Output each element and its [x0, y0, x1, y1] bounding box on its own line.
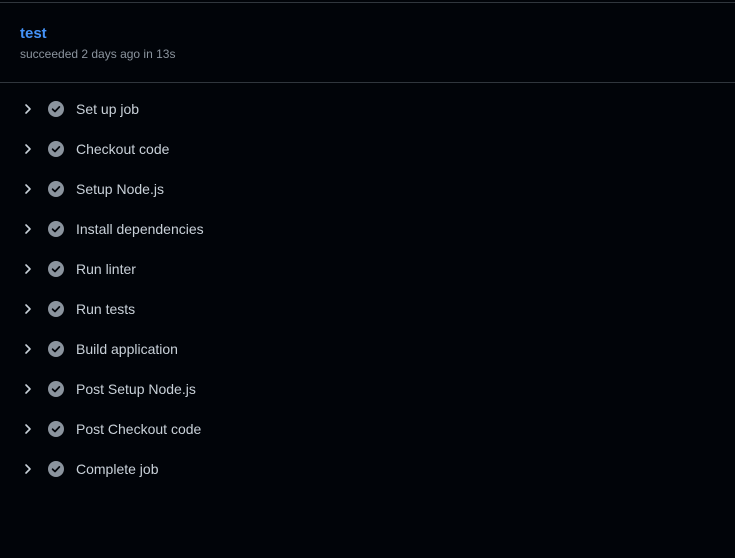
check-circle-icon	[48, 421, 64, 437]
step-label: Build application	[76, 341, 178, 357]
chevron-right-icon[interactable]	[22, 302, 34, 316]
step-label: Run linter	[76, 261, 136, 277]
step-label: Checkout code	[76, 141, 170, 157]
step-label: Run tests	[76, 301, 136, 317]
job-title-link[interactable]: test	[20, 25, 47, 43]
step-run-tests[interactable]: Run tests	[0, 289, 735, 329]
chevron-right-icon[interactable]	[22, 462, 34, 476]
check-circle-icon	[48, 181, 64, 197]
step-label: Set up job	[76, 101, 140, 117]
check-circle-icon	[48, 301, 64, 317]
chevron-right-icon[interactable]	[22, 422, 34, 436]
check-circle-icon	[48, 261, 64, 277]
header-divider	[0, 82, 735, 83]
check-circle-icon	[48, 381, 64, 397]
step-build-application[interactable]: Build application	[0, 329, 735, 369]
check-circle-icon	[48, 341, 64, 357]
step-set-up-job[interactable]: Set up job	[0, 89, 735, 129]
check-circle-icon	[48, 101, 64, 117]
check-circle-icon	[48, 141, 64, 157]
chevron-right-icon[interactable]	[22, 182, 34, 196]
check-circle-icon	[48, 221, 64, 237]
step-complete-job[interactable]: Complete job	[0, 449, 735, 489]
job-status-text: succeeded 2 days ago in 13s	[20, 47, 176, 61]
step-label: Complete job	[76, 461, 159, 477]
step-label: Post Setup Node.js	[76, 381, 196, 397]
job-header: test succeeded 2 days ago in 13s	[0, 3, 735, 82]
step-setup-node[interactable]: Setup Node.js	[0, 169, 735, 209]
chevron-right-icon[interactable]	[22, 342, 34, 356]
step-label: Setup Node.js	[76, 181, 164, 197]
chevron-right-icon[interactable]	[22, 142, 34, 156]
step-run-linter[interactable]: Run linter	[0, 249, 735, 289]
step-label: Install dependencies	[76, 221, 204, 237]
chevron-right-icon[interactable]	[22, 382, 34, 396]
check-circle-icon	[48, 461, 64, 477]
chevron-right-icon[interactable]	[22, 102, 34, 116]
step-label: Post Checkout code	[76, 421, 202, 437]
job-steps-list: Set up job Checkout code Setup Node.js I…	[0, 89, 735, 489]
chevron-right-icon[interactable]	[22, 222, 34, 236]
step-post-setup-node[interactable]: Post Setup Node.js	[0, 369, 735, 409]
step-install-dependencies[interactable]: Install dependencies	[0, 209, 735, 249]
step-checkout-code[interactable]: Checkout code	[0, 129, 735, 169]
chevron-right-icon[interactable]	[22, 262, 34, 276]
step-post-checkout-code[interactable]: Post Checkout code	[0, 409, 735, 449]
